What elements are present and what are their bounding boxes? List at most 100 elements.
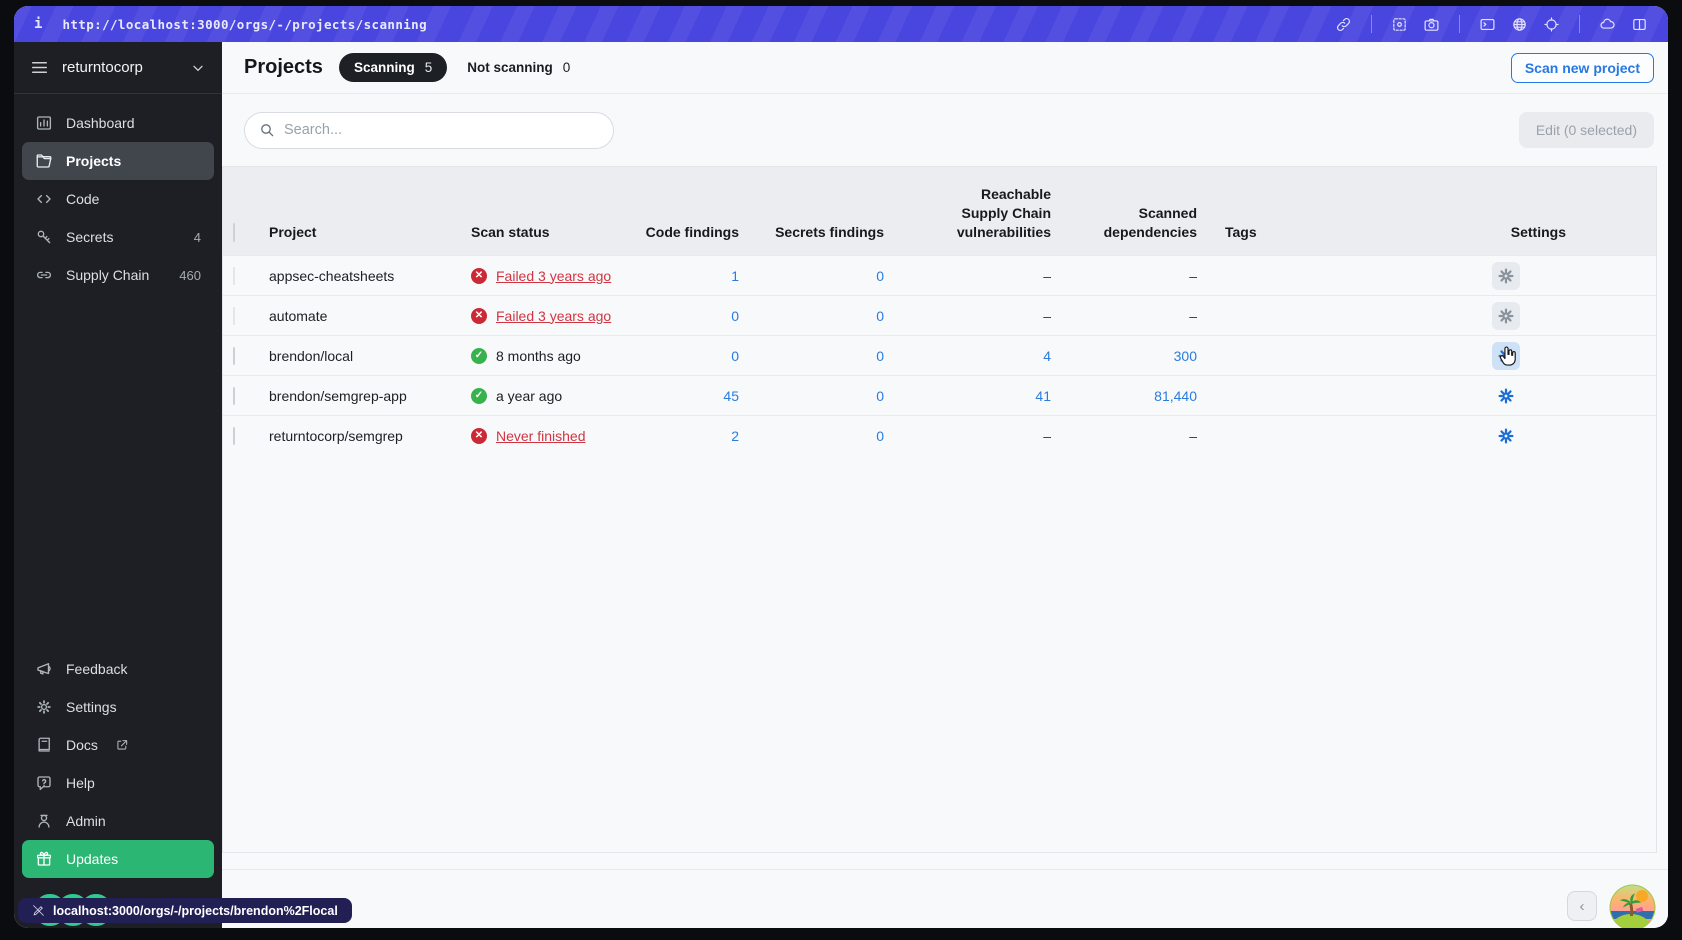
dashboard-icon bbox=[36, 116, 52, 130]
sidebar-item-docs[interactable]: Docs bbox=[22, 726, 214, 764]
project-settings-gear-button[interactable] bbox=[1492, 261, 1520, 290]
sidebar-item-supply-chain[interactable]: Supply Chain 460 bbox=[22, 256, 214, 294]
help-icon bbox=[37, 776, 51, 791]
sidebar-item-updates[interactable]: Updates bbox=[22, 840, 214, 878]
search-box[interactable] bbox=[244, 111, 614, 149]
project-name: brendon/local bbox=[269, 347, 354, 364]
project-name: automate bbox=[269, 307, 328, 324]
col-reachable-vulns: Reachable Supply Chain vulnerabilities bbox=[956, 186, 1051, 241]
project-name: appsec-cheatsheets bbox=[269, 267, 395, 284]
chevron-down-icon bbox=[193, 65, 203, 71]
tab-not-scanning[interactable]: Not scanning 0 bbox=[467, 60, 570, 75]
project-settings-gear-button[interactable] bbox=[1492, 301, 1520, 330]
cloud-icon[interactable] bbox=[1599, 16, 1616, 33]
sidebar-item-code[interactable]: Code bbox=[22, 180, 214, 218]
split-view-icon[interactable] bbox=[1631, 16, 1648, 33]
code-findings-link[interactable]: 1 bbox=[641, 268, 739, 284]
org-switcher[interactable]: returntocorp bbox=[14, 42, 222, 94]
sidebar-item-settings[interactable]: Settings bbox=[22, 688, 214, 726]
chain-icon bbox=[37, 271, 51, 279]
sidebar-nav: Dashboard Projects Code Secrets 4 Supply… bbox=[14, 94, 222, 294]
book-icon bbox=[38, 737, 50, 752]
status-bar-link-preview: localhost:3000/orgs/-/projects/brendon%2… bbox=[18, 898, 352, 923]
camera-icon[interactable] bbox=[1423, 16, 1440, 33]
row-checkbox[interactable] bbox=[233, 346, 235, 365]
crosshair-icon[interactable] bbox=[1543, 16, 1560, 33]
island-icon bbox=[1609, 884, 1656, 928]
tab-not-scanning-count: 0 bbox=[562, 60, 571, 75]
col-secrets-findings: Secrets findings bbox=[775, 224, 884, 241]
toolbar-separator bbox=[1579, 15, 1580, 33]
project-settings-gear-button[interactable] bbox=[1492, 382, 1520, 410]
secrets-findings-link[interactable]: 0 bbox=[739, 348, 884, 364]
hamburger-icon[interactable] bbox=[30, 58, 49, 77]
external-link-icon bbox=[117, 740, 128, 750]
scanned-deps-link[interactable]: 81,440 bbox=[1051, 388, 1197, 404]
sidebar-item-label: Code bbox=[66, 191, 100, 207]
success-status-icon: ✓ bbox=[471, 347, 487, 364]
tab-scanning-count: 5 bbox=[424, 60, 433, 75]
col-scanned-deps: Scanned dependencies bbox=[1103, 205, 1197, 241]
edit-selected-button[interactable]: Edit (0 selected) bbox=[1518, 112, 1654, 148]
sidebar-item-help[interactable]: Help bbox=[22, 764, 214, 802]
reachable-vulns-value: – bbox=[1043, 427, 1051, 444]
tab-scanning-label: Scanning bbox=[353, 60, 415, 75]
row-checkbox[interactable] bbox=[233, 426, 235, 445]
project-name: brendon/semgrep-app bbox=[269, 387, 407, 404]
terminal-icon[interactable] bbox=[1479, 16, 1496, 33]
code-findings-link[interactable]: 0 bbox=[641, 348, 739, 364]
project-settings-gear-button[interactable] bbox=[1492, 341, 1520, 370]
row-checkbox[interactable] bbox=[233, 306, 235, 325]
sidebar-item-feedback[interactable]: Feedback bbox=[22, 650, 214, 688]
gear-icon bbox=[37, 700, 51, 714]
scan-status-link[interactable]: Failed 3 years ago bbox=[496, 308, 611, 324]
row-checkbox[interactable] bbox=[233, 266, 235, 285]
reachable-vulns-link[interactable]: 4 bbox=[884, 348, 1051, 364]
globe-icon[interactable] bbox=[1511, 16, 1528, 33]
project-settings-gear-button[interactable] bbox=[1492, 422, 1520, 450]
secrets-findings-link[interactable]: 0 bbox=[739, 388, 884, 404]
link-icon[interactable] bbox=[1335, 16, 1352, 33]
reachable-vulns-link[interactable]: 41 bbox=[884, 388, 1051, 404]
failed-status-icon: ✕ bbox=[471, 267, 487, 284]
sidebar-item-label: Settings bbox=[66, 699, 117, 715]
table-row: brendon/local ✓ 8 months ago 0 0 4 300 bbox=[223, 335, 1656, 375]
island-easter-egg-button[interactable] bbox=[1609, 884, 1656, 928]
sidebar-item-secrets[interactable]: Secrets 4 bbox=[22, 218, 214, 256]
tab-scanning[interactable]: Scanning 5 bbox=[338, 53, 448, 82]
scan-new-project-button[interactable]: Scan new project bbox=[1510, 52, 1654, 83]
col-settings: Settings bbox=[1510, 224, 1566, 241]
table-row: returntocorp/semgrep ✕ Never finished 2 0… bbox=[223, 415, 1656, 455]
sidebar: returntocorp Dashboard Projects Code Sec… bbox=[14, 42, 222, 928]
secrets-count-badge: 4 bbox=[193, 229, 201, 245]
sidebar-item-projects[interactable]: Projects bbox=[22, 142, 214, 180]
scan-status-link[interactable]: Failed 3 years ago bbox=[496, 268, 611, 284]
code-findings-link[interactable]: 0 bbox=[641, 308, 739, 324]
table-row: brendon/semgrep-app ✓ a year ago 45 0 41 … bbox=[223, 375, 1656, 415]
gift-icon bbox=[36, 851, 52, 866]
scan-status-link[interactable]: Never finished bbox=[496, 428, 586, 444]
previous-page-button[interactable]: ‹ bbox=[1567, 891, 1597, 921]
sidebar-item-dashboard[interactable]: Dashboard bbox=[22, 104, 214, 142]
secrets-findings-link[interactable]: 0 bbox=[739, 428, 884, 444]
scanned-deps-value: – bbox=[1189, 307, 1197, 324]
search-input[interactable] bbox=[284, 122, 599, 138]
sidebar-item-label: Admin bbox=[66, 813, 106, 829]
row-checkbox[interactable] bbox=[233, 386, 235, 405]
select-all-checkbox[interactable] bbox=[233, 223, 235, 242]
sidebar-item-admin[interactable]: Admin bbox=[22, 802, 214, 840]
toolbar-separator bbox=[1371, 15, 1372, 33]
secrets-findings-link[interactable]: 0 bbox=[739, 308, 884, 324]
sidebar-item-label: Feedback bbox=[66, 661, 128, 677]
toolbar-separator bbox=[1459, 15, 1460, 33]
reachable-vulns-value: – bbox=[1043, 267, 1051, 284]
code-findings-link[interactable]: 2 bbox=[641, 428, 739, 444]
scanned-deps-link[interactable]: 300 bbox=[1051, 348, 1197, 364]
admin-icon bbox=[38, 814, 50, 828]
url-text[interactable]: http://localhost:3000/orgs/-/projects/sc… bbox=[62, 17, 427, 32]
failed-status-icon: ✕ bbox=[471, 307, 487, 324]
screenshot-icon[interactable] bbox=[1391, 16, 1408, 33]
sidebar-item-label: Projects bbox=[66, 153, 122, 169]
secrets-findings-link[interactable]: 0 bbox=[739, 268, 884, 284]
code-findings-link[interactable]: 45 bbox=[641, 388, 739, 404]
